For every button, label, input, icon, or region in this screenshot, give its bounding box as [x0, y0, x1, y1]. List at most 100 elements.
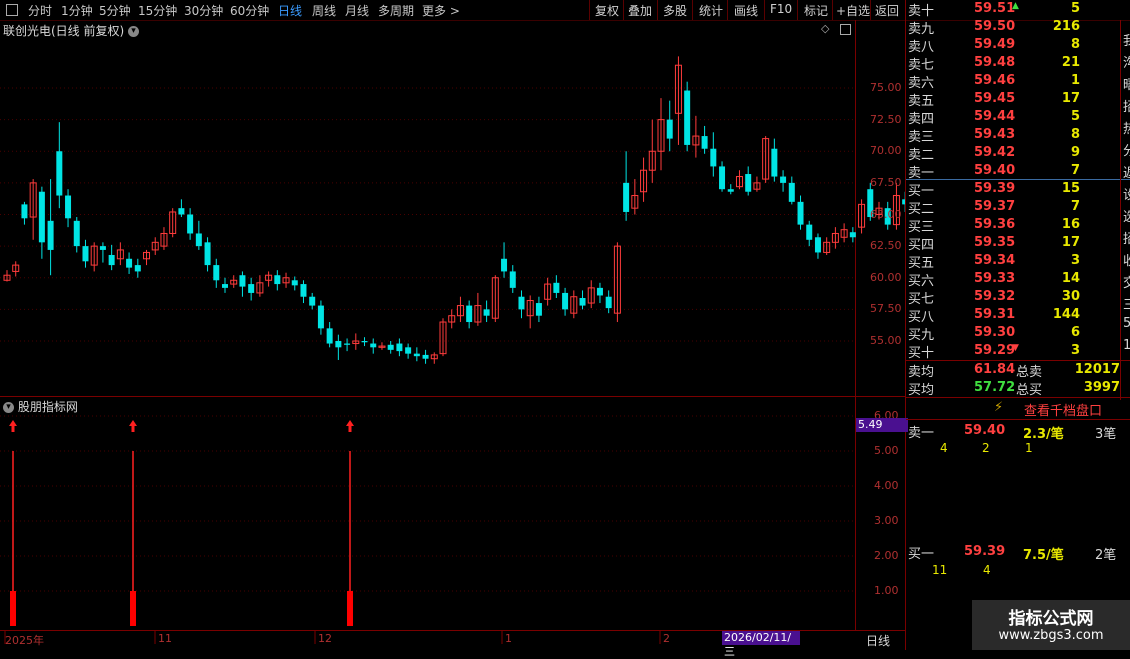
watermark-url: www.zbgs3.com [998, 628, 1104, 643]
bid-row[interactable]: 买一 59.39 15 [908, 180, 1130, 199]
side-strip-char: 交 [1123, 276, 1130, 291]
queue-item: 4 [940, 441, 948, 455]
ask-row[interactable]: 卖八 59.49 8 [908, 36, 1130, 55]
price-tick-label: 75.00 [870, 81, 902, 94]
up-arrow-icon: ▲ [1012, 1, 1019, 11]
level-volume: 30 [1061, 289, 1080, 304]
indicator-tick-label: 5.00 [874, 444, 899, 457]
total-buy-value: 3997 [1083, 380, 1120, 395]
price-tick-label: 57.50 [870, 302, 902, 316]
side-strip-char: 招 [1123, 100, 1130, 115]
level-price: 59.44 [974, 109, 1016, 124]
watermark-logo: 指标公式网 www.zbgs3.com [972, 600, 1130, 650]
queue-item: 4 [983, 563, 991, 577]
bid-row[interactable]: 买十 59.29 3 ▼ [908, 342, 1130, 361]
level-price: 59.30 [974, 325, 1016, 340]
avg-sell-label: 卖均 [908, 365, 935, 380]
level-label: 买七 [908, 292, 935, 307]
sell1-count: 3笔 [1095, 427, 1117, 442]
ask-row[interactable]: 卖七 59.48 21 [908, 54, 1130, 73]
ask-row[interactable]: 卖二 59.42 9 [908, 144, 1130, 163]
level-volume: 5 [1070, 1, 1080, 16]
bid-row[interactable]: 买八 59.31 144 [908, 306, 1130, 325]
level-label: 买四 [908, 238, 935, 253]
bid-row[interactable]: 买三 59.36 16 [908, 216, 1130, 235]
candle-body [745, 174, 752, 192]
buy1-label: 买一 [908, 547, 935, 562]
side-strip-char: 三 [1123, 298, 1130, 313]
candle-body [483, 309, 490, 316]
ask-row[interactable]: 卖九 59.50 216 [908, 18, 1130, 37]
ask-row[interactable]: 卖四 59.44 5 [908, 108, 1130, 127]
candle-body [126, 258, 133, 268]
queue-link[interactable]: 查看千档盘口 [1024, 400, 1102, 419]
level-volume: 6 [1070, 325, 1080, 340]
level-label: 买一 [908, 184, 935, 199]
buy1-count: 2笔 [1095, 548, 1117, 563]
level-volume: 3 [1070, 253, 1080, 268]
bid-row[interactable]: 买五 59.34 3 [908, 252, 1130, 271]
candle-body [684, 90, 691, 145]
total-sell-value: 12017 [1074, 362, 1120, 377]
price-tick-label: 67.50 [870, 175, 902, 189]
candle-body [222, 284, 228, 288]
price-tick-label: 65.00 [870, 207, 902, 221]
level-label: 卖七 [908, 58, 935, 73]
bid-row[interactable]: 买四 59.35 17 [908, 234, 1130, 253]
candle-body [309, 296, 316, 306]
bid-row[interactable]: 买七 59.32 30 [908, 288, 1130, 307]
ask-row[interactable]: 卖一 59.40 7 [908, 162, 1130, 181]
total-buy-label: 总买 [1016, 383, 1043, 398]
side-strip-divider [1120, 20, 1121, 400]
period-label[interactable]: 日线 [866, 632, 890, 649]
candle-body [300, 284, 307, 297]
price-tick-label: 55.00 [870, 334, 902, 347]
bid-row[interactable]: 买六 59.33 14 [908, 270, 1130, 289]
bid-row[interactable]: 买二 59.37 7 [908, 198, 1130, 217]
signal-bar [347, 591, 353, 626]
level-price: 59.40 [974, 163, 1016, 178]
level-label: 卖四 [908, 112, 935, 127]
ask-row[interactable]: 卖十 59.51 5 ▲ [908, 0, 1130, 19]
ask-row[interactable]: 卖五 59.45 17 [908, 90, 1130, 109]
level-price: 59.48 [974, 55, 1016, 70]
level-label: 卖二 [908, 148, 935, 163]
sell1-queue: 4 2 1 [908, 441, 1108, 457]
sell1-label: 卖一 [908, 426, 935, 441]
level-price: 59.50 [974, 19, 1016, 34]
indicator-tick-label: 3.00 [874, 514, 899, 527]
level-price: 59.34 [974, 253, 1016, 268]
candle-body [771, 148, 778, 177]
candle-body [370, 343, 377, 348]
candle-body [195, 233, 202, 247]
buy1-summary: 买一 59.39 7.5/笔 2笔 [908, 543, 1130, 563]
side-strip-char: 收 [1123, 254, 1130, 269]
level-volume: 216 [1052, 19, 1080, 34]
ask-row[interactable]: 卖三 59.43 8 [908, 126, 1130, 145]
candle-body [797, 201, 804, 225]
price-tick-label: 60.00 [870, 270, 902, 284]
ask-row[interactable]: 卖六 59.46 1 [908, 72, 1130, 91]
level-label: 买九 [908, 328, 935, 343]
chevron-down-icon[interactable]: ▾ [3, 402, 14, 413]
price-tick-label: 72.50 [870, 112, 902, 126]
down-arrow-icon: ▼ [1012, 343, 1019, 353]
level-price: 59.42 [974, 145, 1016, 160]
level-volume: 17 [1061, 91, 1080, 106]
panel-divider [905, 0, 906, 650]
candle-body [291, 280, 298, 286]
bid-row[interactable]: 买九 59.30 6 [908, 324, 1130, 343]
candle-body [579, 297, 586, 306]
candle-body [719, 166, 726, 190]
candle-body [274, 275, 281, 285]
queue-item: 11 [932, 563, 948, 577]
indicator-title[interactable]: ▾ 股朋指标网 [3, 398, 78, 415]
candle-body [710, 148, 717, 167]
side-strip-char: 招 [1123, 232, 1130, 247]
level-label: 买二 [908, 202, 935, 217]
candle-body [849, 232, 856, 238]
side-strip-char: 分 [1123, 144, 1130, 159]
level-label: 卖八 [908, 40, 935, 55]
cursor-date-badge: 2026/02/11/三 [722, 631, 800, 658]
side-strip-char: 选 [1123, 210, 1130, 225]
